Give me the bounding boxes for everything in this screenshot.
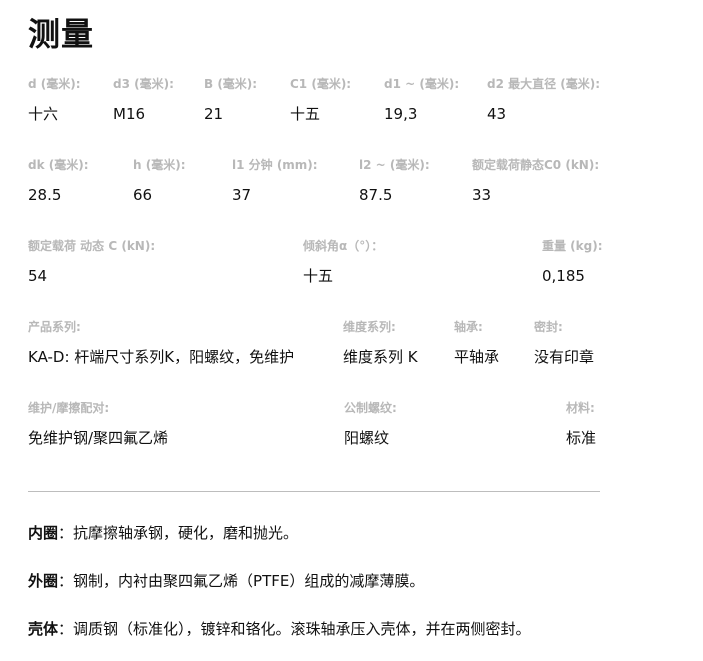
description-text: 抗摩擦轴承钢，硬化，磨和抛光。 xyxy=(73,524,299,542)
spec-label: l2 ~ (毫米): xyxy=(359,158,430,172)
spec-value: 28.5 xyxy=(28,186,62,204)
spec-seal: 密封: 没有印章 xyxy=(534,319,594,367)
spec-b: B (毫米): 21 xyxy=(204,76,257,124)
description-separator: ： xyxy=(58,620,74,638)
spec-value: 54 xyxy=(28,267,48,285)
spec-value: 37 xyxy=(232,186,252,204)
spec-label: 公制螺纹: xyxy=(344,401,397,415)
spec-bearing: 轴承: 平轴承 xyxy=(454,319,499,367)
description-key: 壳体 xyxy=(28,620,59,638)
spec-row-2: dk (毫米): 28.5 h (毫米): 66 l1 分钟 (mm): 37 … xyxy=(28,157,600,207)
spec-metric-thread: 公制螺纹: 阳螺纹 xyxy=(344,400,397,448)
spec-weight: 重量 (kg): 0,185 xyxy=(542,238,603,286)
spec-l2: l2 ~ (毫米): 87.5 xyxy=(359,157,430,205)
spec-value: 免维护钢/聚四氟乙烯 xyxy=(28,429,169,447)
spec-value: 33 xyxy=(472,186,492,204)
spec-row-4: 产品系列: KA-D: 杆端尺寸系列K，阳螺纹，免维护 维度系列: 维度系列 K… xyxy=(28,319,600,369)
spec-value: KA-D: 杆端尺寸系列K，阳螺纹，免维护 xyxy=(28,348,295,366)
spec-label: 维护/摩擦配对: xyxy=(28,401,110,415)
section-divider xyxy=(28,491,600,492)
spec-value: 阳螺纹 xyxy=(344,429,390,447)
spec-label: 额定载荷静态C0 (kN): xyxy=(472,158,600,172)
spec-row-3: 额定载荷 动态 C (kN): 54 倾斜角α（°）： 十五 重量 (kg): … xyxy=(28,238,603,288)
description-key: 外圈 xyxy=(28,572,59,590)
spec-value: 19,3 xyxy=(384,105,418,123)
spec-value: 87.5 xyxy=(359,186,393,204)
spec-label: 倾斜角α（°）： xyxy=(303,239,384,253)
spec-dynamic-load: 额定载荷 动态 C (kN): 54 xyxy=(28,238,155,286)
spec-row-1: d (毫米): 十六 d3 (毫米): M16 B (毫米): 21 C1 (毫… xyxy=(28,76,600,126)
spec-row-5: 维护/摩擦配对: 免维护钢/聚四氟乙烯 公制螺纹: 阳螺纹 材料: 标准 xyxy=(28,400,600,450)
spec-label: dk (毫米): xyxy=(28,158,89,172)
spec-value: 0,185 xyxy=(542,267,585,285)
spec-value: 66 xyxy=(133,186,153,204)
description-outer-ring: 外圈：钢制，内衬由聚四氟乙烯（PTFE）组成的减摩薄膜。 xyxy=(28,570,648,592)
spec-label: d2 最大直径 (毫米): xyxy=(487,77,601,91)
spec-value: M16 xyxy=(113,105,146,123)
spec-label: B (毫米): xyxy=(204,77,258,91)
spec-c0: 额定载荷静态C0 (kN): 33 xyxy=(472,157,599,205)
description-separator: ： xyxy=(58,524,74,542)
page-title: 测量 xyxy=(28,15,95,53)
spec-h: h (毫米): 66 xyxy=(133,157,186,205)
spec-c1: C1 (毫米): 十五 xyxy=(290,76,351,124)
spec-value: 十五 xyxy=(303,267,334,285)
description-separator: ： xyxy=(58,572,74,590)
spec-d1: d1 ~ (毫米): 19,3 xyxy=(384,76,459,124)
spec-label: 产品系列: xyxy=(28,320,81,334)
spec-label: 维度系列: xyxy=(343,320,396,334)
spec-product-series: 产品系列: KA-D: 杆端尺寸系列K，阳螺纹，免维护 xyxy=(28,319,294,367)
spec-value: 43 xyxy=(487,105,507,123)
description-key: 内圈 xyxy=(28,524,59,542)
spec-value: 十五 xyxy=(290,105,321,123)
spec-value: 21 xyxy=(204,105,224,123)
spec-value: 平轴承 xyxy=(454,348,500,366)
spec-l1: l1 分钟 (mm): 37 xyxy=(232,157,318,205)
spec-value: 十六 xyxy=(28,105,59,123)
spec-dimension-series: 维度系列: 维度系列 K xyxy=(343,319,418,367)
spec-value: 维度系列 K xyxy=(343,348,418,366)
spec-material: 材料: 标准 xyxy=(566,400,596,448)
spec-label: l1 分钟 (mm): xyxy=(232,158,318,172)
description-inner-ring: 内圈：抗摩擦轴承钢，硬化，磨和抛光。 xyxy=(28,522,648,544)
spec-label: C1 (毫米): xyxy=(290,77,352,91)
description-text: 调质钢（标准化），镀锌和铬化。滚珠轴承压入壳体，并在两侧密封。 xyxy=(73,620,531,638)
spec-label: 密封: xyxy=(534,320,563,334)
spec-label: 材料: xyxy=(566,401,595,415)
spec-label: d3 (毫米): xyxy=(113,77,174,91)
description-text: 钢制，内衬由聚四氟乙烯（PTFE）组成的减摩薄膜。 xyxy=(73,572,425,590)
spec-label: d (毫米): xyxy=(28,77,81,91)
spec-friction-pairing: 维护/摩擦配对: 免维护钢/聚四氟乙烯 xyxy=(28,400,168,448)
spec-label: 重量 (kg): xyxy=(542,239,603,253)
description-housing: 壳体：调质钢（标准化），镀锌和铬化。滚珠轴承压入壳体，并在两侧密封。 xyxy=(28,618,648,640)
spec-d: d (毫米): 十六 xyxy=(28,76,81,124)
spec-d2: d2 最大直径 (毫米): 43 xyxy=(487,76,600,124)
spec-value: 没有印章 xyxy=(534,348,595,366)
spec-label: 额定载荷 动态 C (kN): xyxy=(28,239,156,253)
spec-tilt-angle: 倾斜角α（°）： 十五 xyxy=(303,238,383,286)
spec-label: d1 ~ (毫米): xyxy=(384,77,460,91)
spec-value: 标准 xyxy=(566,429,597,447)
spec-label: h (毫米): xyxy=(133,158,186,172)
spec-d3: d3 (毫米): M16 xyxy=(113,76,174,124)
spec-dk: dk (毫米): 28.5 xyxy=(28,157,89,205)
spec-label: 轴承: xyxy=(454,320,483,334)
